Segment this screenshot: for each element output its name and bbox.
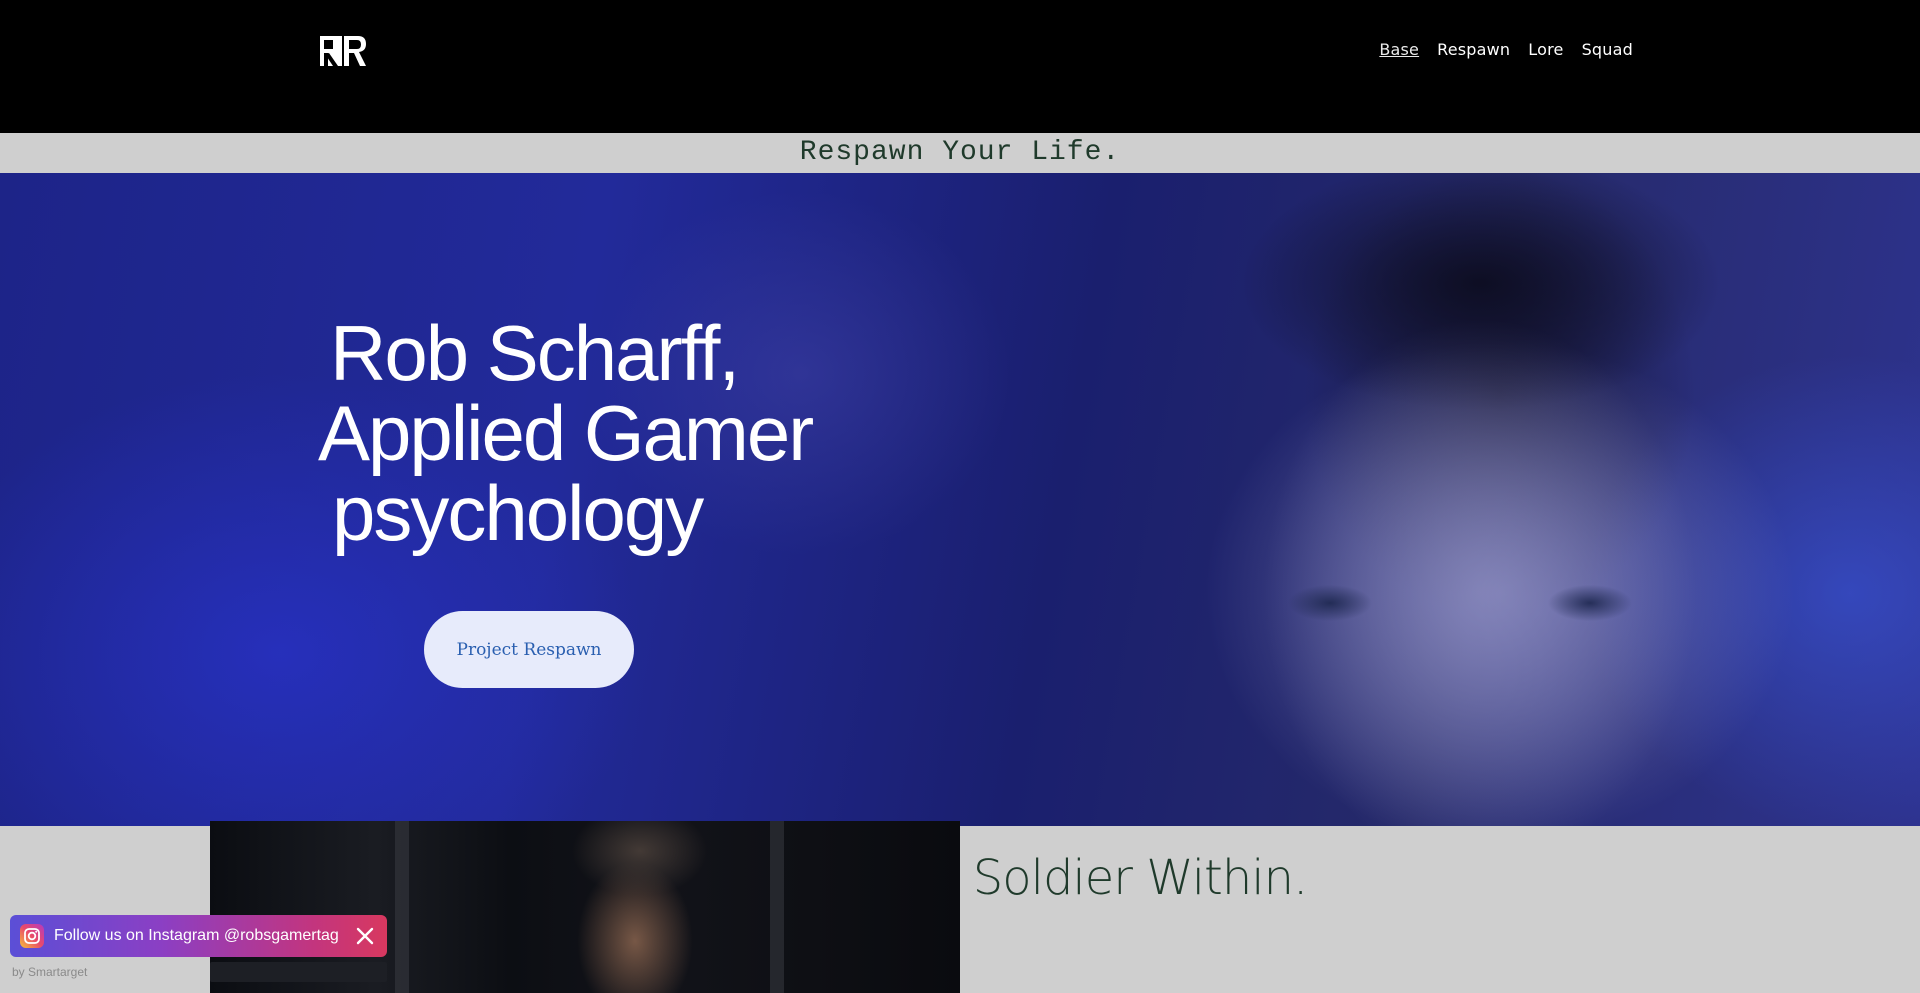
hero-title-line-3: psychology — [332, 469, 704, 557]
hero-background-image — [1150, 173, 1850, 826]
nav-item-lore[interactable]: Lore — [1528, 40, 1563, 59]
toast-byline[interactable]: by Smartarget — [12, 965, 87, 979]
hero-title-line-1: Rob Scharff, — [330, 309, 740, 397]
instagram-follow-toast[interactable]: Follow us on Instagram @robsgamertag — [10, 915, 387, 957]
rr-logo-icon — [320, 36, 366, 66]
site-header: Base Respawn Lore Squad — [0, 0, 1920, 133]
hero-title: Rob Scharff, Applied Gamer psychology — [318, 313, 938, 553]
hero-title-line-2: Applied Gamer — [318, 389, 814, 477]
photo-curtain-fold — [395, 821, 409, 993]
photo-curtain-fold — [770, 821, 784, 993]
close-icon[interactable] — [353, 924, 377, 948]
tagline-text: Respawn Your Life. — [799, 137, 1121, 168]
nav-item-respawn[interactable]: Respawn — [1437, 40, 1510, 59]
hero-section: Rob Scharff, Applied Gamer psychology Pr… — [0, 173, 1920, 826]
site-logo[interactable] — [320, 36, 366, 66]
nav-item-base[interactable]: Base — [1379, 40, 1419, 59]
toast-text: Follow us on Instagram @robsgamertag — [54, 927, 339, 944]
main-nav: Base Respawn Lore Squad — [1379, 40, 1633, 59]
instagram-icon — [20, 924, 44, 948]
tagline-bar: Respawn Your Life. — [0, 133, 1920, 173]
toast-shadow — [210, 962, 387, 982]
project-respawn-button[interactable]: Project Respawn — [424, 611, 634, 688]
photo-figure — [540, 821, 740, 993]
nav-item-squad[interactable]: Squad — [1582, 40, 1633, 59]
soldier-heading: e Soldier Within. — [930, 850, 1308, 906]
